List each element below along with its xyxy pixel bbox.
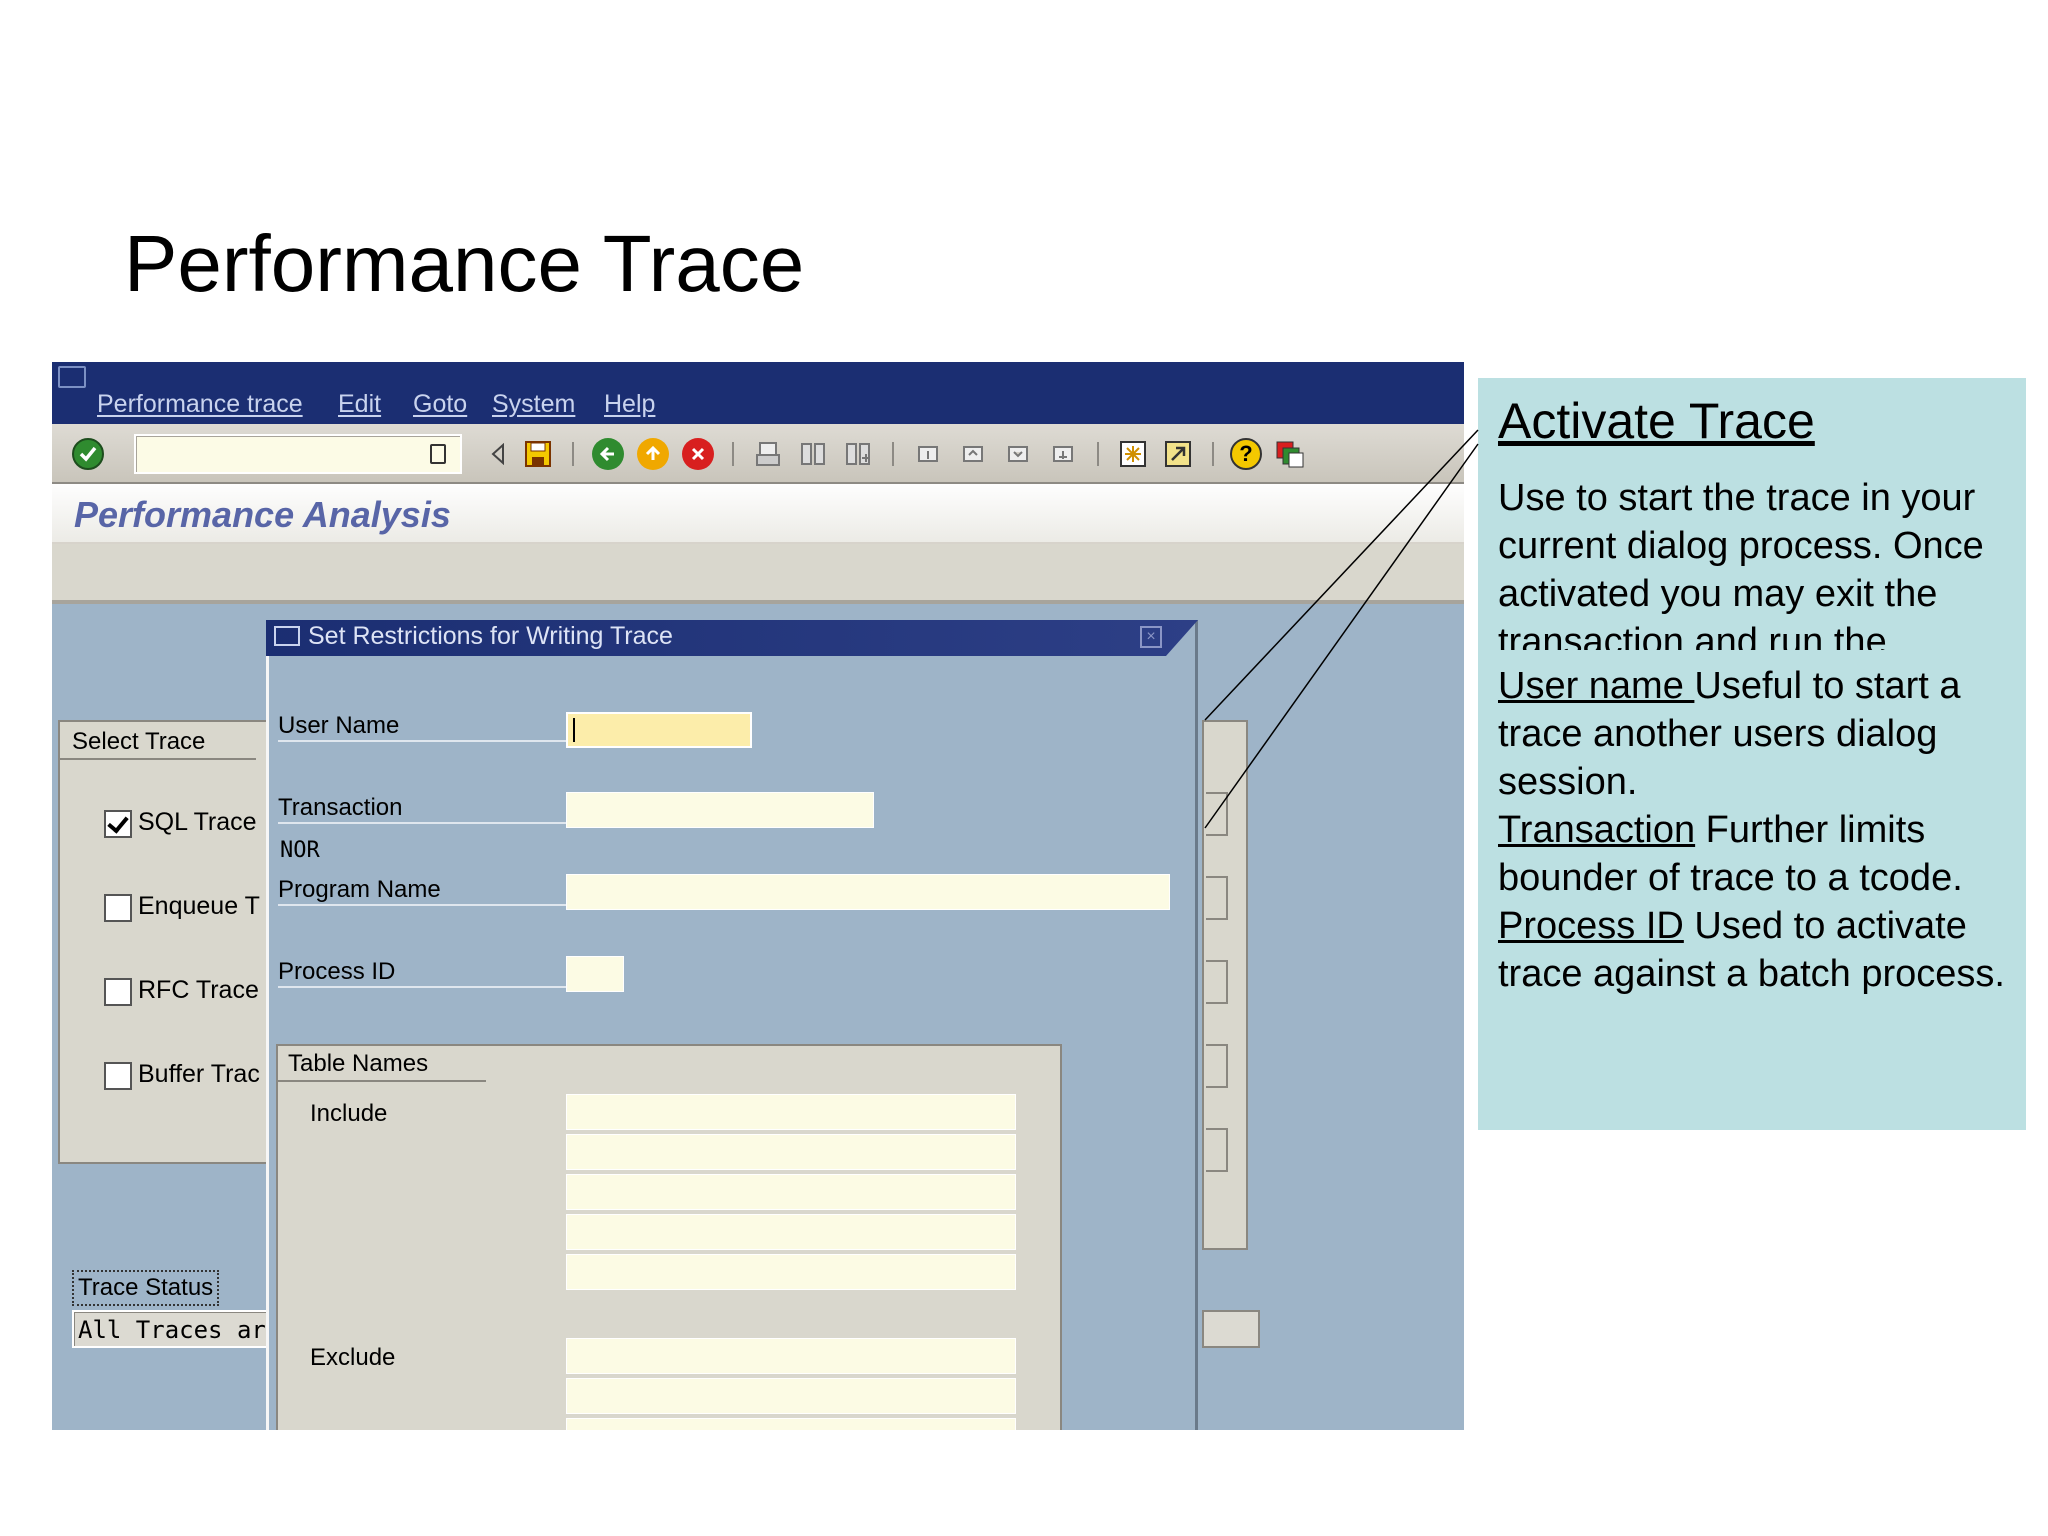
process-id-term: Process ID (1498, 905, 1684, 947)
activate-trace-callout: Activate Trace Use to start the trace in… (1478, 378, 2026, 1130)
trace-status-button[interactable]: Trace Status (72, 1270, 220, 1306)
menu-edit[interactable]: Edit (338, 390, 381, 419)
trace-status-field: All Traces ar (72, 1310, 272, 1348)
rfc-trace-label: RFC Trace (138, 976, 259, 1004)
menu-help[interactable]: Help (604, 390, 655, 419)
enter-check-icon[interactable] (72, 438, 104, 470)
callout-heading: Activate Trace (1498, 393, 1815, 449)
select-trace-tab: Select Trace (58, 720, 256, 760)
exclude-label: Exclude (310, 1344, 396, 1371)
layout-menu-icon[interactable] (1274, 438, 1306, 470)
include-table-input[interactable] (566, 1214, 1016, 1250)
menu-goto[interactable]: Goto (413, 390, 467, 419)
find-icon[interactable] (797, 438, 829, 470)
user-name-label: User Name (278, 712, 566, 742)
find-next-icon[interactable] (842, 438, 874, 470)
trace-action-button[interactable] (1206, 960, 1228, 1004)
status-field-right (1202, 1310, 1260, 1348)
callout-intro: Use to start the trace in your current d… (1498, 477, 1984, 650)
transaction-term: Transaction (1498, 809, 1696, 851)
dialog-window-icon (274, 626, 300, 646)
create-session-icon[interactable] (1117, 438, 1149, 470)
previous-page-icon[interactable] (957, 438, 989, 470)
back-green-icon[interactable] (592, 438, 624, 470)
table-names-tab: Table Names (276, 1044, 486, 1082)
trace-action-button[interactable] (1206, 876, 1228, 920)
buffer-trace-checkbox[interactable] (104, 1062, 132, 1090)
toolbar-separator (572, 442, 574, 466)
trace-action-button[interactable] (1206, 792, 1228, 836)
title-bar: Performance Analysis (52, 484, 1464, 544)
include-table-input[interactable] (566, 1094, 1016, 1130)
text-caret (573, 718, 575, 742)
process-id-label: Process ID (278, 958, 566, 988)
toolbar-separator (1212, 442, 1214, 466)
exclude-table-input[interactable] (566, 1378, 1016, 1414)
trace-action-button[interactable] (1206, 1128, 1228, 1172)
exclude-table-input[interactable] (566, 1338, 1016, 1374)
toolbar-separator (1097, 442, 1099, 466)
cancel-icon[interactable] (682, 438, 714, 470)
buffer-trace-label: Buffer Trac (138, 1060, 260, 1088)
program-name-input[interactable] (566, 874, 1170, 910)
user-name-term: User name (1498, 665, 1695, 707)
window-menu-icon[interactable] (58, 366, 86, 388)
dialog-title: Set Restrictions for Writing Trace (308, 622, 673, 650)
last-page-icon[interactable] (1047, 438, 1079, 470)
toolbar-separator (892, 442, 894, 466)
include-label: Include (310, 1100, 388, 1127)
menu-performance-trace[interactable]: Performance trace (97, 390, 303, 419)
include-table-input[interactable] (566, 1174, 1016, 1210)
rfc-trace-checkbox[interactable] (104, 978, 132, 1006)
select-trace-group (58, 720, 298, 1164)
sql-trace-label: SQL Trace (138, 808, 257, 836)
first-page-icon[interactable] (912, 438, 944, 470)
slide-title: Performance Trace (124, 219, 805, 308)
user-name-input[interactable] (566, 712, 752, 748)
trace-action-button[interactable] (1206, 1044, 1228, 1088)
sap-menu-bar: Performance trace Edit Goto System Help (52, 362, 1464, 424)
enqueue-trace-label: Enqueue T (138, 892, 260, 920)
command-field[interactable] (134, 434, 462, 474)
close-icon[interactable]: × (1140, 626, 1162, 648)
help-icon[interactable]: ? (1230, 438, 1262, 470)
include-table-input[interactable] (566, 1254, 1016, 1290)
sap-window: Performance trace Edit Goto System Help … (52, 362, 1464, 1430)
toolbar-separator (732, 442, 734, 466)
sql-trace-checkbox[interactable] (104, 810, 132, 838)
transaction-label: Transaction (278, 794, 566, 824)
screen-title: Performance Analysis (74, 494, 451, 535)
shortcut-icon[interactable] (1162, 438, 1194, 470)
dropdown-history-icon[interactable] (430, 444, 446, 464)
enqueue-trace-checkbox[interactable] (104, 894, 132, 922)
program-name-label: Program Name (278, 876, 566, 906)
transaction-input[interactable] (566, 792, 874, 828)
application-toolbar (52, 544, 1464, 604)
nor-text: NOR (280, 838, 320, 863)
save-icon[interactable] (522, 438, 554, 470)
back-arrow-icon[interactable] (482, 438, 514, 470)
dialog-title-bar: Set Restrictions for Writing Trace × (266, 620, 1198, 656)
exit-icon[interactable] (637, 438, 669, 470)
include-table-input[interactable] (566, 1134, 1016, 1170)
next-page-icon[interactable] (1002, 438, 1034, 470)
exclude-table-input[interactable] (566, 1418, 1016, 1430)
callout-details: User name Useful to start a trace anothe… (1498, 662, 2018, 998)
process-id-input[interactable] (566, 956, 624, 992)
menu-system[interactable]: System (492, 390, 575, 419)
print-icon[interactable] (752, 438, 784, 470)
